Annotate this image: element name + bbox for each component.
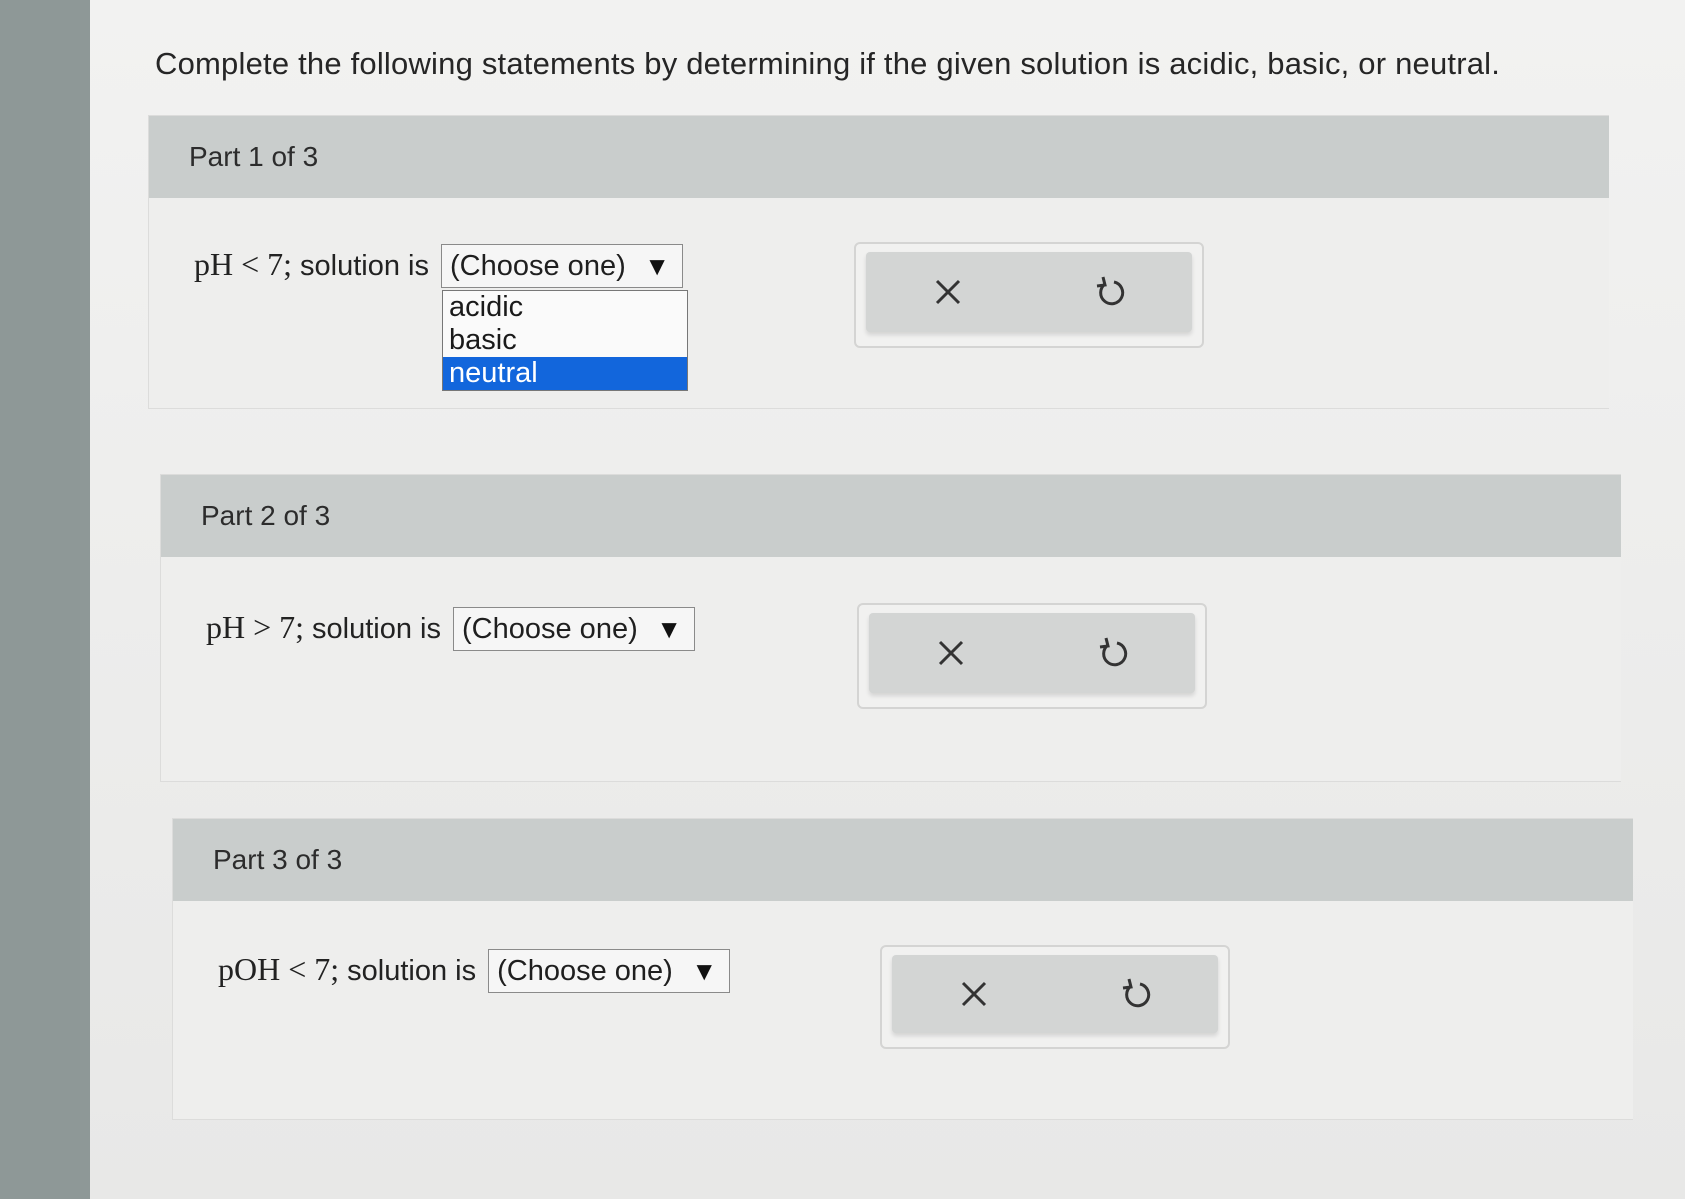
part-2-clear-button[interactable] bbox=[921, 623, 981, 683]
undo-icon bbox=[1099, 637, 1127, 667]
part-3-text: solution is bbox=[347, 955, 477, 987]
part-1-clear-button[interactable] bbox=[918, 262, 978, 322]
part-1-section: Part 1 of 3 pH < 7; solution is (Choose … bbox=[148, 115, 1609, 409]
instructions-text: Complete the following statements by det… bbox=[155, 46, 1501, 81]
chevron-down-icon: ▼ bbox=[644, 250, 671, 281]
undo-icon bbox=[1096, 276, 1124, 306]
part-1-dropdown-list: acidic basic neutral bbox=[442, 290, 689, 391]
part-3-select-wrap: (Choose one) ▼ bbox=[488, 949, 731, 993]
part-2-text: solution is bbox=[312, 613, 442, 645]
part-1-text: solution is bbox=[300, 250, 430, 282]
part-1-select-wrap: (Choose one) ▼ acidic basic neutral bbox=[441, 244, 689, 391]
close-icon bbox=[935, 279, 960, 305]
undo-icon bbox=[1122, 978, 1150, 1008]
part-3-select[interactable]: (Choose one) ▼ bbox=[488, 949, 731, 993]
chevron-down-icon: ▼ bbox=[656, 613, 683, 644]
part-3-section: Part 3 of 3 pOH < 7; solution is (Choose… bbox=[172, 818, 1633, 1120]
part-3-reset-button[interactable] bbox=[1107, 964, 1167, 1024]
close-icon bbox=[961, 981, 986, 1007]
chevron-down-icon: ▼ bbox=[691, 955, 718, 986]
part-2-action-box bbox=[857, 603, 1207, 709]
part-3-question: pOH < 7; solution is (Choose one) ▼ bbox=[218, 949, 731, 993]
dropdown-option-basic[interactable]: basic bbox=[443, 324, 687, 357]
part-1-select-value: (Choose one) bbox=[450, 249, 626, 282]
dropdown-option-acidic[interactable]: acidic bbox=[443, 291, 687, 324]
part-1-header: Part 1 of 3 bbox=[149, 116, 1609, 198]
part-2-header: Part 2 of 3 bbox=[161, 475, 1621, 557]
close-icon bbox=[938, 640, 963, 666]
part-2-select-value: (Choose one) bbox=[462, 612, 638, 645]
part-3-clear-button[interactable] bbox=[944, 964, 1004, 1024]
page: Complete the following statements by det… bbox=[90, 0, 1685, 1199]
part-2-question: pH > 7; solution is (Choose one) ▼ bbox=[206, 607, 696, 651]
part-2-select[interactable]: (Choose one) ▼ bbox=[453, 607, 696, 651]
part-2-select-wrap: (Choose one) ▼ bbox=[453, 607, 696, 651]
part-2-reset-button[interactable] bbox=[1084, 623, 1144, 683]
part-1-select[interactable]: (Choose one) ▼ bbox=[441, 244, 684, 288]
part-3-math: pOH < 7; bbox=[218, 951, 340, 987]
part-2-action-panel bbox=[869, 613, 1195, 693]
part-1-action-panel bbox=[866, 252, 1192, 332]
part-3-header: Part 3 of 3 bbox=[173, 819, 1633, 901]
part-2-section: Part 2 of 3 pH > 7; solution is (Choose … bbox=[160, 474, 1621, 782]
part-1-question: pH < 7; solution is (Choose one) ▼ acidi… bbox=[194, 244, 689, 391]
part-3-select-value: (Choose one) bbox=[497, 954, 673, 987]
part-1-reset-button[interactable] bbox=[1081, 262, 1141, 322]
part-2-math: pH > 7; bbox=[206, 609, 305, 645]
part-1-action-box bbox=[854, 242, 1204, 348]
dropdown-option-neutral[interactable]: neutral bbox=[443, 357, 688, 390]
part-1-math: pH < 7; bbox=[194, 246, 293, 282]
part-3-action-box bbox=[880, 945, 1230, 1049]
part-3-action-panel bbox=[892, 955, 1218, 1033]
